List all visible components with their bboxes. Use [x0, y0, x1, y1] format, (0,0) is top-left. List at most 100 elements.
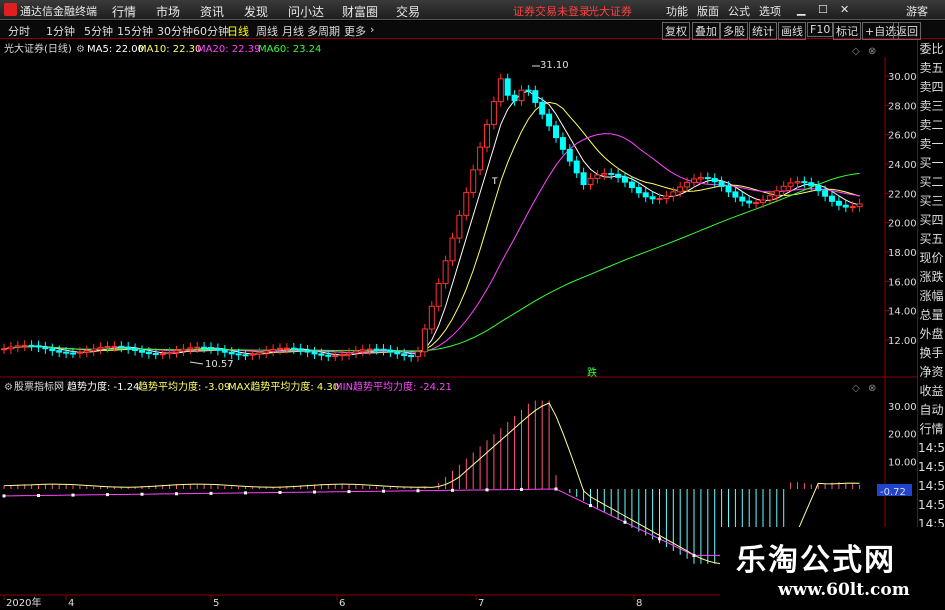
menu-item-function[interactable]: 功能 [666, 3, 688, 19]
f10-button[interactable]: F10 [807, 22, 834, 37]
sidebar-item[interactable]: 总量 [918, 306, 945, 325]
mark-button[interactable]: 标记 [833, 22, 861, 40]
menu-item-market[interactable]: 市场 [156, 3, 180, 20]
candle-body [635, 187, 642, 194]
sidebar-item[interactable]: 14:5 [918, 458, 945, 477]
sidebar-item[interactable]: 卖一 [918, 135, 945, 154]
sidebar-item[interactable]: 卖二 [918, 116, 945, 135]
candle-body [332, 355, 339, 358]
sidebar-item[interactable]: 委比 [918, 40, 945, 59]
menu-item-quotes[interactable]: 行情 [112, 3, 136, 20]
menu-item-formula[interactable]: 公式 [728, 3, 750, 19]
tab-15min[interactable]: 15分钟 [117, 23, 153, 39]
trend-point [140, 492, 144, 496]
candle-body [201, 346, 208, 349]
overlay-button[interactable]: 叠加 [692, 22, 720, 40]
candle-body [401, 353, 408, 356]
sidebar-item[interactable]: 买四 [918, 211, 945, 230]
trend-point [106, 493, 109, 497]
tab-30min[interactable]: 30分钟 [157, 23, 193, 39]
candle-body [628, 181, 635, 189]
candle-body [525, 89, 532, 92]
menu-item-news[interactable]: 资讯 [200, 3, 224, 20]
tab-more[interactable]: 更多 [344, 23, 366, 39]
candle-body [739, 196, 746, 202]
candle-body [318, 353, 325, 356]
price-tick-label: 24.00 [888, 160, 917, 171]
sidebar-item[interactable]: 行情 [918, 420, 945, 439]
candle-body [304, 349, 311, 353]
candle-body [173, 350, 180, 354]
expand-icon[interactable]: ◇ [852, 46, 860, 57]
close-icon[interactable]: ✕ [840, 3, 849, 16]
trend-point [347, 490, 351, 494]
settings-icon[interactable]: ⚙ [76, 44, 85, 55]
minimize-icon[interactable]: ▁ [797, 3, 805, 16]
stats-button[interactable]: 统计 [749, 22, 777, 40]
sidebar-item[interactable]: 买五 [918, 230, 945, 249]
tab-weekly[interactable]: 周线 [256, 23, 278, 39]
tab-monthly[interactable]: 月线 [282, 23, 304, 39]
candle-body [311, 351, 318, 355]
sidebar-item[interactable]: 卖四 [918, 78, 945, 97]
sidebar-item[interactable]: 外盘 [918, 325, 945, 344]
tab-daily[interactable]: 日线 [227, 23, 249, 39]
menu-item-fortune[interactable]: 财富圈 [342, 3, 378, 20]
candle-body [180, 348, 187, 352]
app-title: 通达信金融终端 [20, 5, 97, 18]
indicator-settings-icon[interactable]: ⚙ [4, 382, 13, 393]
tab-fenshi[interactable]: 分时 [8, 23, 30, 39]
sidebar-item[interactable]: 买三 [918, 192, 945, 211]
sidebar-item[interactable]: 涨幅 [918, 287, 945, 306]
candle-body [21, 344, 28, 347]
trend-point [313, 490, 316, 494]
candle-body [111, 345, 118, 348]
candle-body [214, 348, 221, 351]
sidebar-item[interactable]: 卖三 [918, 97, 945, 116]
candle-body [760, 199, 766, 204]
candle-body [580, 172, 587, 186]
kline-chart[interactable]: 光大证券(日线) ⚙ MA5: 22.00 MA10: 22.30 MA20: … [0, 40, 945, 609]
draw-button[interactable]: 画线 [778, 22, 806, 40]
sidebar-item[interactable]: 换手 [918, 344, 945, 363]
sidebar-item[interactable]: 14:5 [918, 477, 945, 496]
tab-multi-period[interactable]: 多周期 [307, 23, 340, 39]
user-label[interactable]: 游客 [906, 3, 928, 19]
indicator-close-icon[interactable]: ⊗ [868, 383, 876, 394]
maximize-icon[interactable]: ☐ [818, 3, 828, 16]
candle-body [290, 347, 297, 350]
tab-1min[interactable]: 1分钟 [46, 23, 75, 39]
sidebar-item[interactable]: 收益 [918, 382, 945, 401]
fuquan-button[interactable]: 复权 [662, 22, 690, 40]
sidebar-item[interactable]: 买一 [918, 154, 945, 173]
tab-60min[interactable]: 60分钟 [193, 23, 229, 39]
menu-item-discover[interactable]: 发现 [244, 3, 268, 20]
candle-body [608, 172, 615, 175]
sidebar-item[interactable]: 14:5 [918, 496, 945, 515]
candle-body [42, 346, 49, 350]
menu-item-ask[interactable]: 问小达 [288, 3, 324, 20]
chevron-right-icon[interactable]: › [370, 23, 374, 36]
price-tick-label: 22.00 [888, 189, 917, 200]
menu-item-layout[interactable]: 版面 [697, 3, 719, 19]
sidebar-item[interactable]: 净资 [918, 363, 945, 382]
sidebar-item[interactable]: 自动 [918, 401, 945, 420]
multi-stock-button[interactable]: 多股 [720, 22, 748, 40]
menu-item-trade[interactable]: 交易 [396, 3, 420, 20]
sidebar-item[interactable]: 买二 [918, 173, 945, 192]
panel-close-icon[interactable]: ⊗ [868, 46, 876, 57]
sidebar-item[interactable]: 现价 [918, 249, 945, 268]
tab-5min[interactable]: 5分钟 [84, 23, 113, 39]
trend-point [175, 492, 178, 496]
sidebar-item[interactable]: 卖五 [918, 59, 945, 78]
indicator-expand-icon[interactable]: ◇ [852, 383, 860, 394]
candle-body [656, 198, 663, 201]
candle-body [822, 190, 829, 197]
sidebar-item[interactable]: 涨跌 [918, 268, 945, 287]
menu-item-options[interactable]: 选项 [759, 3, 781, 19]
candle-body [601, 172, 608, 176]
x-axis: 2020年 4 5 6 7 8 [3, 595, 642, 609]
sidebar-item[interactable]: 14:5 [918, 439, 945, 458]
broker-notice[interactable]: 证券交易未登录 [513, 3, 590, 19]
back-button[interactable]: 返回 [893, 22, 921, 40]
